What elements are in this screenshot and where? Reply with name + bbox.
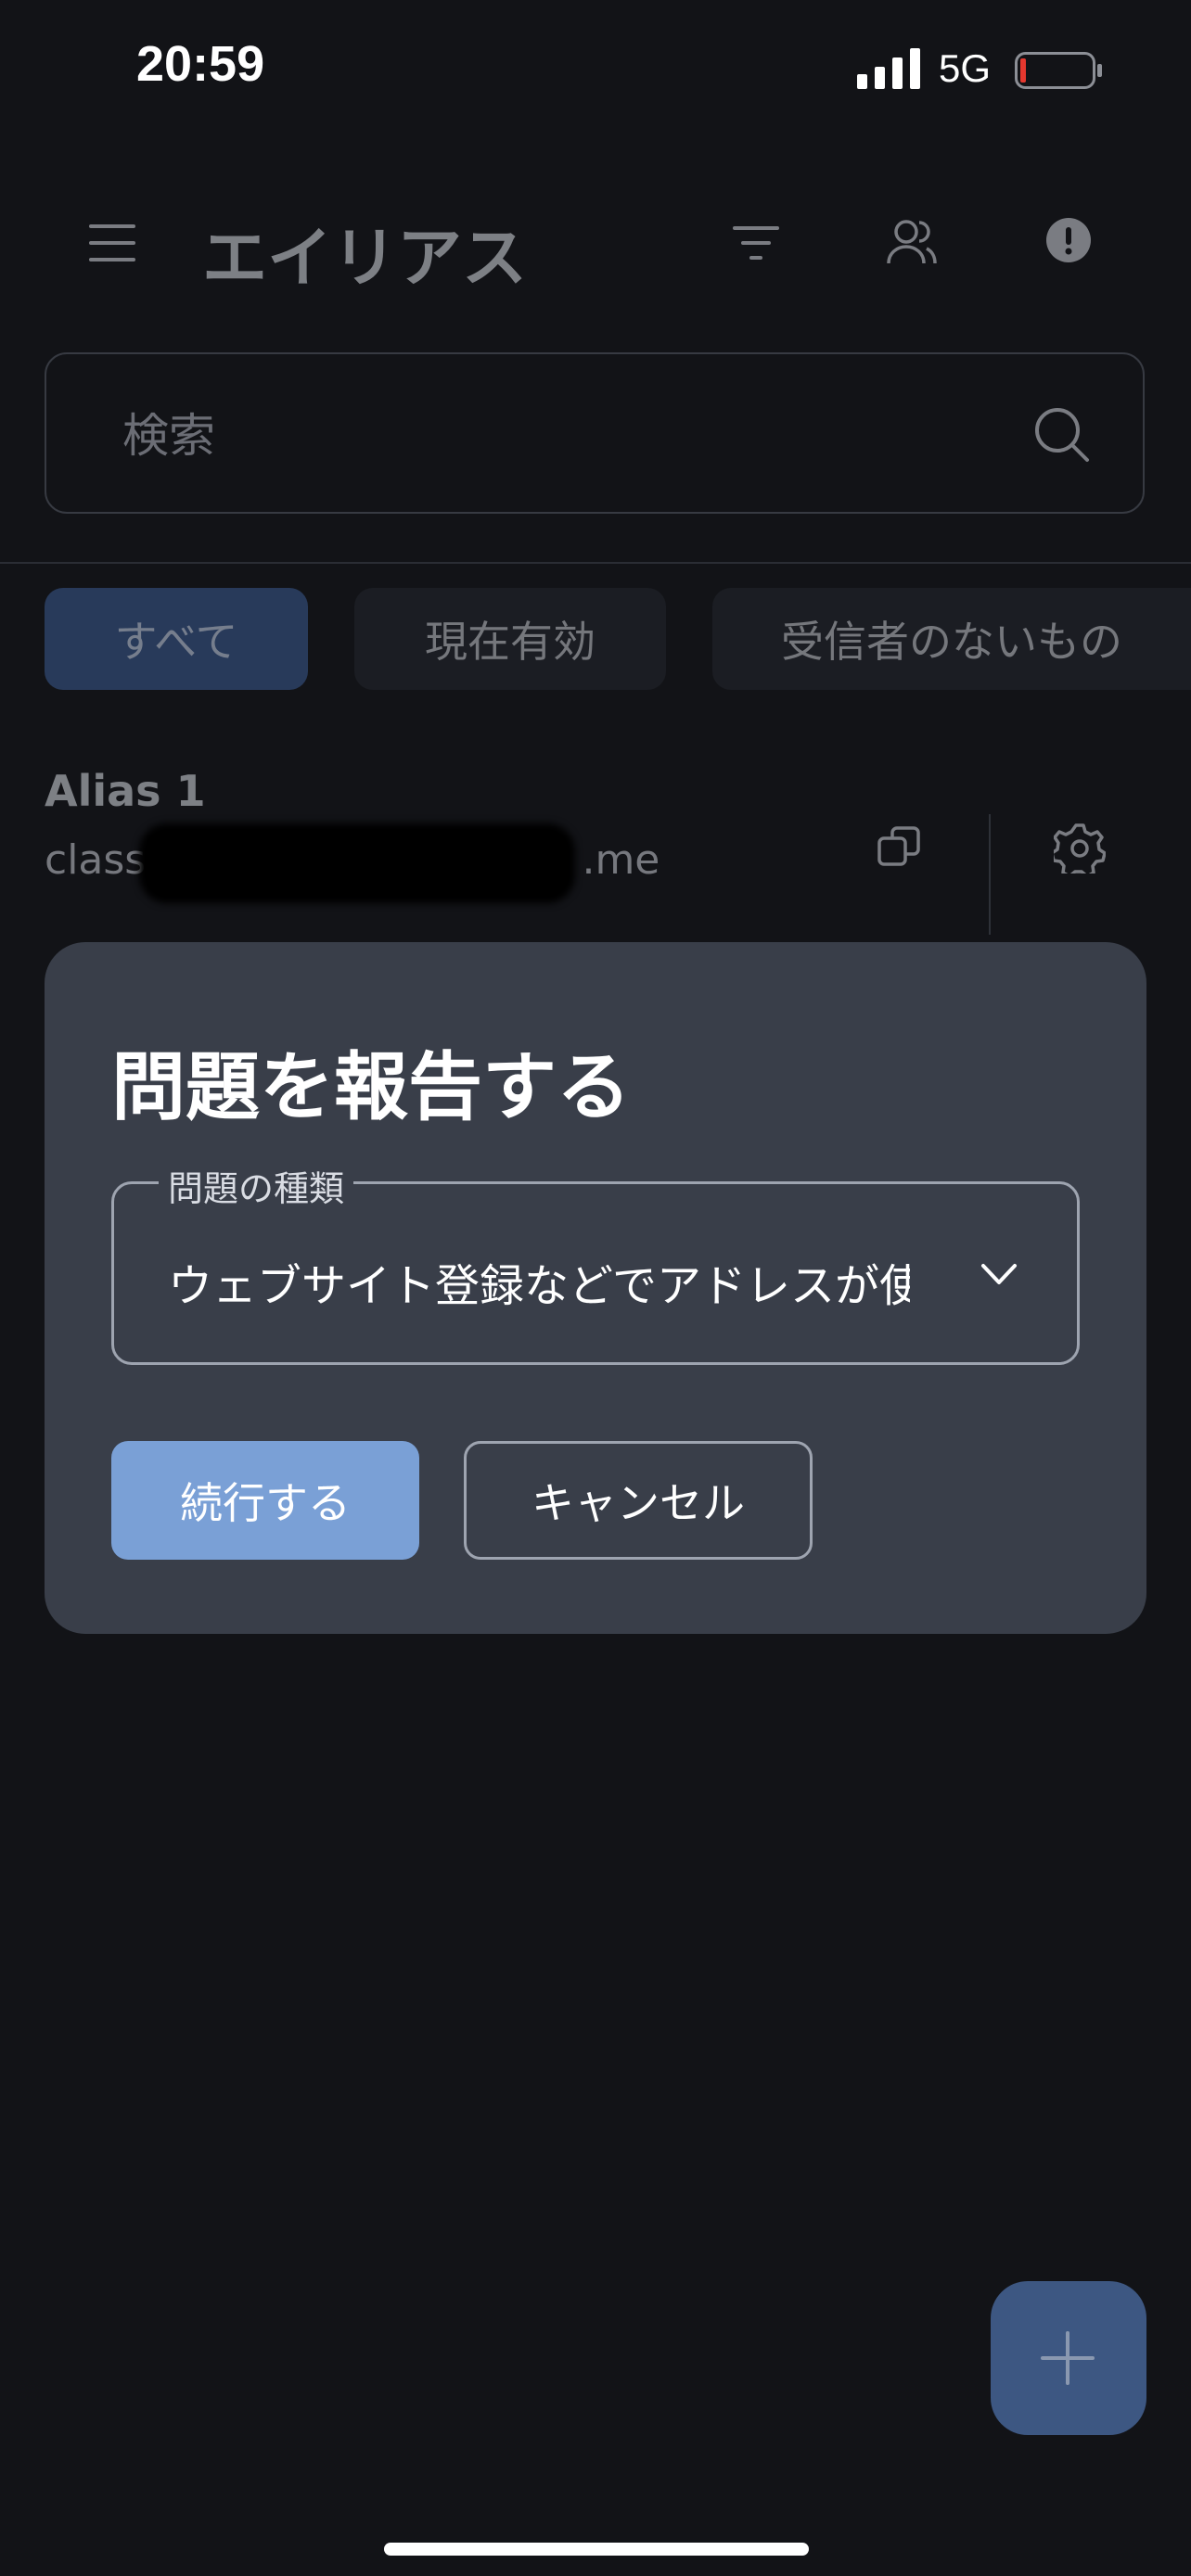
issue-type-label: 問題の種類 bbox=[159, 1160, 354, 1211]
vertical-divider bbox=[989, 814, 991, 935]
filter-chip-active[interactable]: 現在有効 bbox=[354, 588, 666, 690]
network-label: 5G bbox=[939, 46, 992, 90]
report-issue-icon[interactable] bbox=[1045, 217, 1092, 263]
gear-icon[interactable] bbox=[1054, 822, 1106, 874]
users-icon[interactable] bbox=[886, 215, 938, 267]
plus-icon bbox=[1041, 2331, 1095, 2385]
issue-type-select[interactable]: 問題の種類 ウェブサイト登録などでアドレスが使 bbox=[111, 1160, 1080, 1365]
continue-button[interactable]: 続行する bbox=[111, 1441, 419, 1560]
alias-email-suffix: .me bbox=[582, 836, 660, 884]
cancel-button[interactable]: キャンセル bbox=[464, 1441, 813, 1560]
filter-chip-all[interactable]: すべて bbox=[45, 588, 308, 690]
divider bbox=[0, 562, 1191, 564]
status-time: 20:59 bbox=[136, 36, 265, 92]
battery-icon bbox=[1015, 52, 1102, 89]
search-placeholder: 検索 bbox=[122, 409, 215, 463]
menu-icon[interactable] bbox=[89, 223, 135, 263]
dialog-title: 問題を報告する bbox=[111, 1044, 631, 1130]
add-alias-button[interactable] bbox=[991, 2281, 1146, 2435]
redaction-mark bbox=[139, 823, 575, 903]
filter-icon[interactable] bbox=[733, 224, 779, 261]
alias-name[interactable]: Alias 1 bbox=[45, 766, 206, 816]
page-title: エイリアス bbox=[202, 220, 527, 296]
search-icon[interactable] bbox=[1033, 406, 1091, 464]
copy-icon[interactable] bbox=[876, 823, 922, 870]
signal-icon bbox=[857, 48, 920, 89]
home-indicator bbox=[384, 2543, 809, 2556]
chevron-down-icon[interactable] bbox=[980, 1262, 1018, 1288]
search-input[interactable]: 検索 bbox=[45, 352, 1145, 514]
report-issue-dialog: 問題を報告する 問題の種類 ウェブサイト登録などでアドレスが使 続行する キャン… bbox=[45, 942, 1146, 1634]
issue-type-value: ウェブサイト登録などでアドレスが使 bbox=[168, 1260, 910, 1312]
filter-chip-no-recipients[interactable]: 受信者のないもの bbox=[712, 588, 1191, 690]
